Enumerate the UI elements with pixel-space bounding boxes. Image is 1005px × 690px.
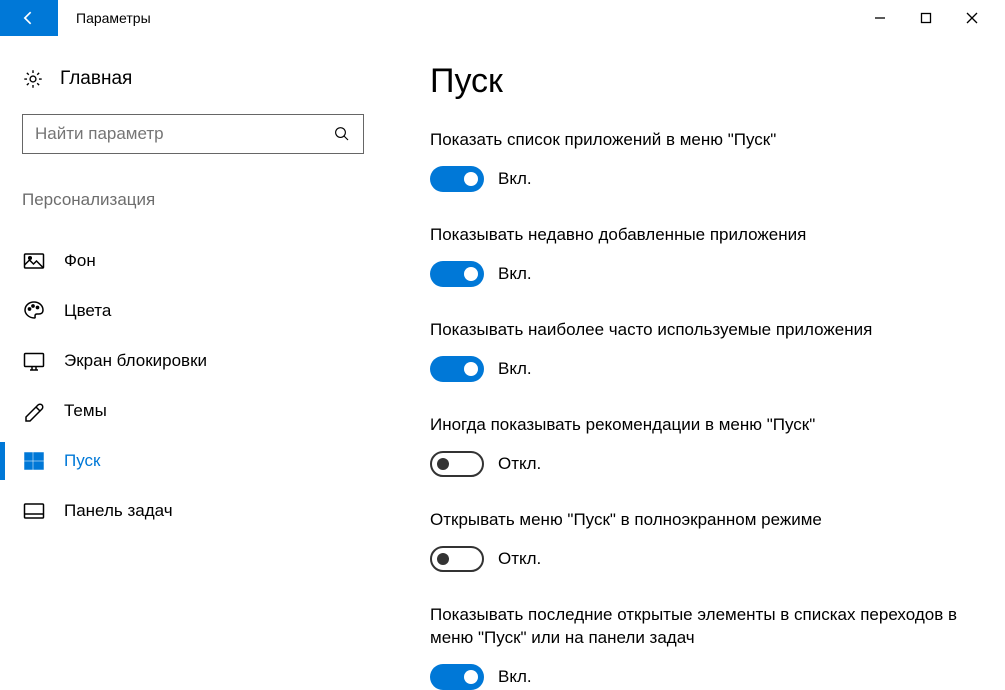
toggle-row: Вкл. — [430, 261, 965, 287]
toggle-state-label: Откл. — [498, 549, 541, 569]
home-button[interactable]: Главная — [22, 62, 364, 114]
sidebar-item-taskbar[interactable]: Панель задач — [0, 486, 364, 536]
arrow-left-icon — [19, 8, 39, 28]
sidebar-item-label: Панель задач — [64, 501, 173, 521]
toggle-switch[interactable] — [430, 261, 484, 287]
setting-label: Открывать меню "Пуск" в полноэкранном ре… — [430, 509, 965, 532]
setting-label: Показывать наиболее часто используемые п… — [430, 319, 965, 342]
toggle-row: Вкл. — [430, 356, 965, 382]
toggle-state-label: Откл. — [498, 454, 541, 474]
setting-label: Показывать последние открытые элементы в… — [430, 604, 965, 650]
sidebar-item-label: Пуск — [64, 451, 100, 471]
sidebar-item-background[interactable]: Фон — [0, 236, 364, 286]
setting-item: Открывать меню "Пуск" в полноэкранном ре… — [430, 509, 965, 572]
category-label: Персонализация — [22, 190, 364, 210]
toggle-state-label: Вкл. — [498, 264, 532, 284]
window-title: Параметры — [58, 0, 151, 36]
toggle-row: Откл. — [430, 546, 965, 572]
setting-label: Показывать недавно добавленные приложени… — [430, 224, 965, 247]
sidebar-item-colors[interactable]: Цвета — [0, 286, 364, 336]
window-controls — [857, 0, 1005, 36]
settings-list: Показать список приложений в меню "Пуск"… — [430, 129, 965, 690]
search-field[interactable] — [35, 124, 333, 144]
sidebar-item-lockscreen[interactable]: Экран блокировки — [0, 336, 364, 386]
search-input[interactable] — [22, 114, 364, 154]
main: Пуск Показать список приложений в меню "… — [390, 62, 1005, 676]
maximize-button[interactable] — [903, 0, 949, 36]
setting-item: Иногда показывать рекомендации в меню "П… — [430, 414, 965, 477]
themes-icon — [22, 399, 46, 423]
toggle-switch[interactable] — [430, 356, 484, 382]
toggle-state-label: Вкл. — [498, 667, 532, 687]
content: Главная Персонализация Фон Цвета Э — [0, 36, 1005, 676]
titlebar: Параметры — [0, 0, 1005, 36]
toggle-switch[interactable] — [430, 546, 484, 572]
toggle-switch[interactable] — [430, 664, 484, 690]
close-button[interactable] — [949, 0, 995, 36]
toggle-row: Откл. — [430, 451, 965, 477]
sidebar-item-label: Цвета — [64, 301, 111, 321]
setting-item: Показывать последние открытые элементы в… — [430, 604, 965, 690]
page-title: Пуск — [430, 62, 965, 101]
start-icon — [22, 449, 46, 473]
minimize-button[interactable] — [857, 0, 903, 36]
toggle-state-label: Вкл. — [498, 169, 532, 189]
sidebar-item-label: Темы — [64, 401, 107, 421]
sidebar-item-start[interactable]: Пуск — [0, 436, 364, 486]
back-button[interactable] — [0, 0, 58, 36]
sidebar-item-label: Фон — [64, 251, 96, 271]
toggle-row: Вкл. — [430, 664, 965, 690]
home-label: Главная — [60, 68, 132, 90]
setting-label: Показать список приложений в меню "Пуск" — [430, 129, 965, 152]
sidebar: Главная Персонализация Фон Цвета Э — [0, 62, 390, 676]
gear-icon — [22, 68, 44, 90]
search-icon — [333, 125, 351, 143]
setting-item: Показать список приложений в меню "Пуск"… — [430, 129, 965, 192]
taskbar-icon — [22, 499, 46, 523]
palette-icon — [22, 299, 46, 323]
setting-item: Показывать недавно добавленные приложени… — [430, 224, 965, 287]
setting-label: Иногда показывать рекомендации в меню "П… — [430, 414, 965, 437]
toggle-switch[interactable] — [430, 166, 484, 192]
lockscreen-icon — [22, 349, 46, 373]
sidebar-item-label: Экран блокировки — [64, 351, 207, 371]
setting-item: Показывать наиболее часто используемые п… — [430, 319, 965, 382]
toggle-row: Вкл. — [430, 166, 965, 192]
toggle-state-label: Вкл. — [498, 359, 532, 379]
toggle-switch[interactable] — [430, 451, 484, 477]
sidebar-item-themes[interactable]: Темы — [0, 386, 364, 436]
picture-icon — [22, 249, 46, 273]
